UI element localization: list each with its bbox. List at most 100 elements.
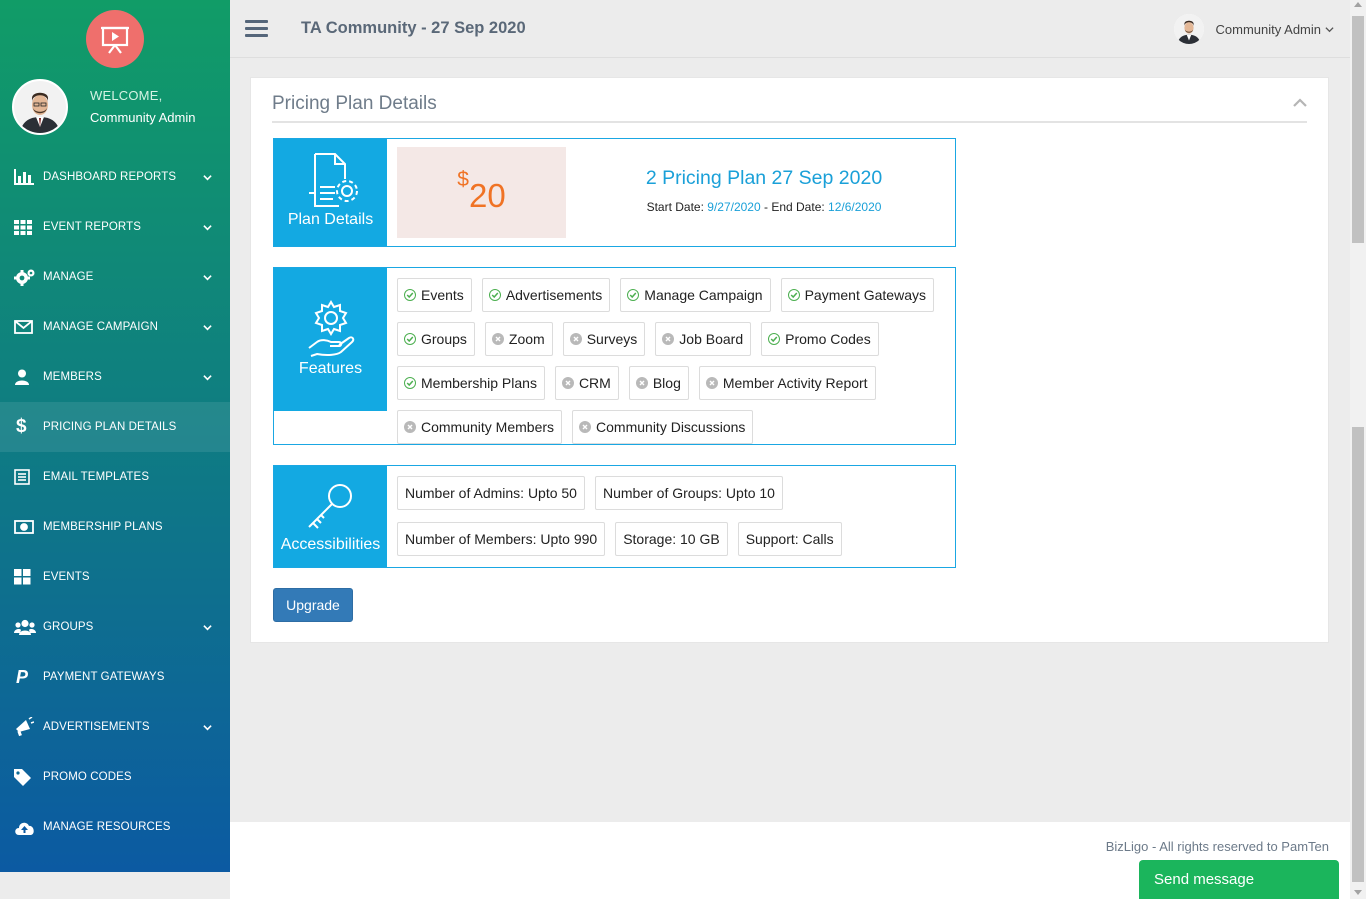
plan-info: 2 Pricing Plan 27 Sep 2020 Start Date: 9… [584, 167, 944, 214]
sidebar-item-manage-resources[interactable]: MANAGE RESOURCES [0, 802, 230, 852]
upgrade-button[interactable]: Upgrade [273, 588, 353, 622]
accessibility-tag-label: Number of Members: Upto 990 [405, 530, 598, 547]
sidebar-item-manage[interactable]: MANAGE [0, 252, 230, 302]
chevron-down-icon [203, 224, 212, 230]
scroll-down-arrow-icon[interactable] [1354, 890, 1362, 895]
sidebar-item-label: MEMBERS [43, 371, 102, 383]
pricing-plan-panel: Pricing Plan Details Plan Details $ 20 2 [250, 77, 1329, 643]
paypal-icon: P [16, 666, 29, 687]
panel-title: Pricing Plan Details [272, 93, 437, 114]
check-circle-icon [768, 333, 781, 345]
feature-tag: Groups [397, 322, 475, 356]
user-menu-name: Community Admin [1215, 21, 1321, 37]
check-circle-icon [404, 377, 416, 389]
accessibility-tag-label: Storage: 10 GB [623, 530, 720, 547]
welcome-label: WELCOME, [90, 88, 163, 103]
sidebar-user-name: Community Admin [90, 110, 196, 125]
gears-icon [14, 268, 36, 286]
accessibility-tag-label: Number of Admins: Upto 50 [405, 485, 577, 501]
feature-tag-label: Promo Codes [785, 331, 871, 347]
end-date-label: - End Date: [764, 200, 825, 214]
accessibility-tag: Number of Admins: Upto 50 [397, 476, 585, 510]
accessibility-tag: Support: Calls [737, 521, 842, 556]
cloud-upload-icon [14, 818, 36, 836]
accessibility-tag: Storage: 10 GB [615, 521, 728, 556]
sidebar-item-promo-codes[interactable]: PROMO CODES [0, 752, 230, 802]
feature-tag-label: Payment Gateways [804, 287, 926, 303]
feature-tag-label: Zoom [508, 331, 545, 347]
send-message-button[interactable]: Send message [1139, 860, 1339, 899]
tag-icon [14, 768, 36, 786]
hand-gear-icon [307, 300, 354, 357]
sidebar-item-label: EMAIL TEMPLATES [43, 471, 150, 483]
plan-details-card: Plan Details $ 20 2 Pricing Plan 27 Sep … [273, 138, 956, 247]
features-label: Features [298, 360, 363, 377]
hamburger-menu-icon[interactable] [245, 20, 268, 37]
feature-tag: Community Discussions [572, 410, 754, 444]
bar-chart-icon [14, 168, 36, 186]
feature-tag: Payment Gateways [780, 278, 934, 312]
chevron-down-icon [203, 174, 212, 180]
sidebar-item-members[interactable]: MEMBERS [0, 352, 230, 402]
scroll-up-arrow-icon[interactable] [1354, 2, 1362, 7]
features-side: Features [274, 268, 387, 411]
sidebar-item-pricing-plan-details[interactable]: $ PRICING PLAN DETAILS [0, 402, 230, 452]
sidebar-item-dashboard-reports[interactable]: DASHBOARD REPORTS [0, 152, 230, 202]
times-circle-icon [579, 421, 592, 433]
times-circle-icon [569, 333, 582, 345]
feature-tag: Member Activity Report [698, 366, 876, 400]
check-circle-icon [787, 289, 800, 301]
footer-copyright: BizLigo - All rights reserved to PamTen [1105, 839, 1329, 854]
avatar[interactable] [12, 79, 68, 135]
panel-header: Pricing Plan Details [272, 78, 1307, 123]
topbar: TA Community - 27 Sep 2020 Community Adm… [230, 0, 1350, 58]
sidebar-item-label: EVENT REPORTS [43, 221, 142, 233]
feature-tag: Zoom [484, 322, 553, 356]
user-menu[interactable]: Community Admin [1173, 14, 1334, 44]
times-circle-icon [561, 377, 574, 389]
feature-tag-label: CRM [578, 375, 611, 391]
sidebar-item-label: EVENTS [43, 571, 90, 583]
feature-tag-label: Community Members [421, 419, 555, 435]
feature-tag: Job Board [655, 322, 752, 356]
feature-tag: Surveys [562, 322, 646, 356]
sidebar-item-manage-campaign[interactable]: MANAGE CAMPAIGN [0, 302, 230, 352]
scroll-thumb[interactable] [1352, 16, 1364, 243]
sidebar-item-events[interactable]: EVENTS [0, 552, 230, 602]
feature-tag: Community Members [397, 410, 563, 444]
sidebar-item-payment-gateways[interactable]: P PAYMENT GATEWAYS [0, 652, 230, 702]
plan-details-label: Plan Details [287, 211, 374, 228]
chevron-down-icon [203, 724, 212, 730]
sidebar-item-groups[interactable]: GROUPS [0, 602, 230, 652]
chevron-down-icon [1325, 26, 1334, 32]
template-icon [14, 468, 36, 486]
price-currency: $ [457, 168, 469, 191]
logo[interactable] [0, 0, 230, 70]
sidebar-item-advertisements[interactable]: ADVERTISEMENTS [0, 702, 230, 752]
money-icon [14, 518, 36, 536]
feature-tag-label: Member Activity Report [722, 375, 868, 391]
feature-tag-label: Manage Campaign [644, 287, 763, 303]
end-date: 12/6/2020 [828, 200, 882, 214]
bullhorn-icon [14, 717, 36, 737]
feature-tag: Events [397, 278, 472, 312]
feature-tag-label: Blog [652, 375, 681, 391]
page-title: TA Community - 27 Sep 2020 [301, 19, 526, 37]
accessibilities-label: Accessibilities [280, 536, 381, 553]
sidebar-item-membership-plans[interactable]: MEMBERSHIP PLANS [0, 502, 230, 552]
sidebar-item-email-templates[interactable]: EMAIL TEMPLATES [0, 452, 230, 502]
scrollbar[interactable] [1350, 0, 1366, 899]
sidebar-item-event-reports[interactable]: EVENT REPORTS [0, 202, 230, 252]
tiles-icon [14, 568, 36, 586]
sidebar-item-label: MEMBERSHIP PLANS [43, 521, 163, 533]
price-box: $ 20 [397, 147, 566, 238]
sidebar-item-label: ADVERTISEMENTS [43, 721, 150, 733]
times-circle-icon [404, 421, 416, 433]
chevron-up-icon[interactable] [1293, 98, 1307, 107]
sidebar: WELCOME, Community Admin DASHBOARD REPOR… [0, 0, 230, 872]
chevron-down-icon [203, 324, 212, 330]
sidebar-item-label: PAYMENT GATEWAYS [43, 671, 165, 683]
scroll-thumb-lower[interactable] [1352, 427, 1364, 882]
accessibility-tag: Number of Groups: Upto 10 [594, 476, 783, 510]
check-circle-icon [627, 289, 640, 301]
